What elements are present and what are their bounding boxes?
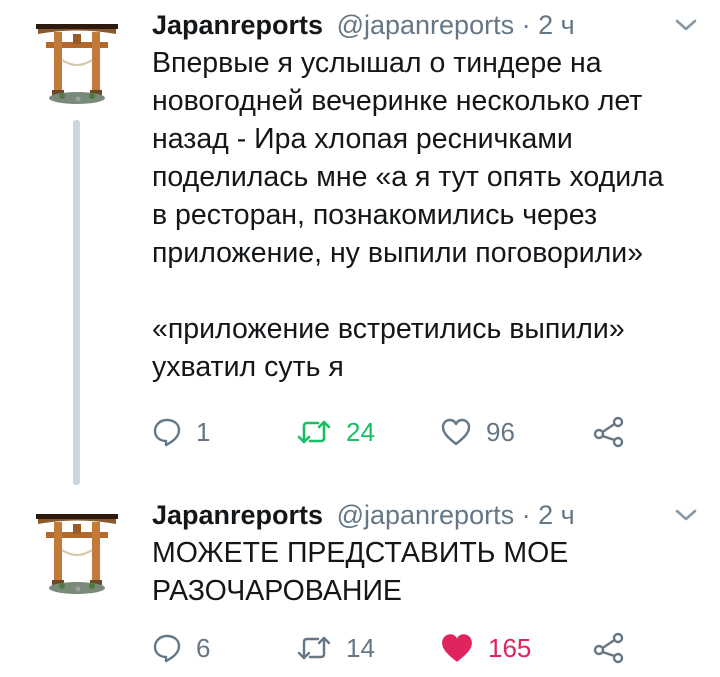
retweet-button[interactable]: 24 (296, 412, 375, 452)
tweet[interactable]: Japanreports @japanreports · 2 ч МОЖЕТЕ … (0, 490, 720, 677)
tweet-text-line: новогодней вечеринке несколько лет (152, 85, 643, 117)
like-button[interactable]: 165 (440, 628, 531, 668)
reply-count: 1 (196, 416, 211, 447)
tweet-header: Japanreports @japanreports · 2 ч (152, 498, 575, 532)
retweet-icon (297, 420, 331, 444)
tweet-text-line: «приложение встретились выпили» (152, 313, 625, 345)
retweet-icon (297, 636, 331, 660)
tweet-text-line: в ресторан, познакомились через (152, 199, 598, 231)
timestamp[interactable]: 2 ч (538, 10, 575, 40)
reply-button[interactable]: 1 (152, 412, 210, 452)
author-handle[interactable]: @japanreports (337, 10, 515, 40)
thread-line (73, 120, 80, 485)
tweet-text-line: назад - Ира хлопая ресничками (152, 123, 573, 155)
timestamp[interactable]: 2 ч (538, 500, 575, 530)
retweet-count: 14 (346, 632, 375, 663)
tweet-text-line: поделилась мне «а я тут опять ходила (152, 161, 664, 193)
chevron-down-icon[interactable] (673, 16, 699, 34)
share-icon (593, 632, 624, 664)
tweet-text: МОЖЕТЕ ПРЕДСТАВИТЬ МОЕ РАЗОЧАРОВАНИЕ (152, 534, 697, 610)
author-handle[interactable]: @japanreports (337, 500, 515, 530)
like-count: 96 (486, 416, 515, 447)
avatar[interactable] (26, 496, 128, 598)
chevron-down-icon[interactable] (673, 506, 699, 524)
retweet-button[interactable]: 14 (296, 628, 375, 668)
avatar[interactable] (26, 6, 128, 108)
action-bar: 6 14 165 (152, 628, 692, 668)
action-bar: 1 24 96 (152, 412, 692, 452)
separator: · (521, 500, 531, 530)
tweet-text-line: ухватил суть я (152, 351, 344, 383)
heart-icon (442, 634, 472, 662)
author-name[interactable]: Japanreports (152, 10, 323, 40)
share-button[interactable] (592, 628, 626, 668)
like-count: 165 (488, 632, 532, 663)
heart-icon (441, 418, 471, 446)
tweet[interactable]: Japanreports @japanreports · 2 ч Впервые… (0, 0, 720, 490)
like-button[interactable]: 96 (440, 412, 515, 452)
tweet-text-line: МОЖЕТЕ ПРЕДСТАВИТЬ МОЕ (152, 537, 569, 569)
separator: · (521, 10, 531, 40)
tweet-header: Japanreports @japanreports · 2 ч (152, 8, 575, 42)
author-name[interactable]: Japanreports (152, 500, 323, 530)
tweet-text-line: Впервые я услышал о тиндере на (152, 47, 602, 79)
tweet-text-line: РАЗОЧАРОВАНИЕ (152, 575, 402, 607)
reply-count: 6 (196, 632, 211, 663)
tweet-text: Впервые я услышал о тиндере на новогодне… (152, 44, 697, 386)
share-button[interactable] (592, 412, 626, 452)
reply-button[interactable]: 6 (152, 628, 210, 668)
reply-bubble-icon (153, 418, 181, 447)
reply-bubble-icon (153, 634, 181, 663)
tweet-text-line: приложение, ну выпили поговорили» (152, 237, 644, 269)
retweet-count: 24 (346, 416, 375, 447)
share-icon (593, 416, 624, 448)
